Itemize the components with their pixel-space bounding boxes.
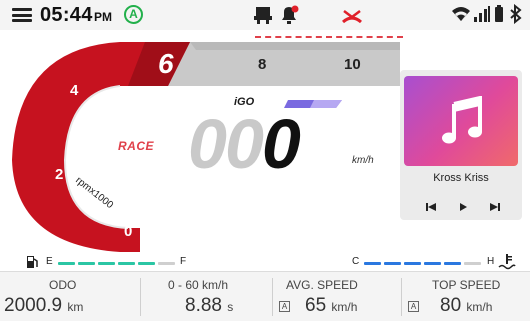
accel-unit: s — [227, 300, 234, 314]
fuel-full-label: F — [180, 256, 187, 267]
media-player-card[interactable]: Kross Kriss — [400, 70, 522, 220]
odo-value: 2000.9 km — [4, 295, 83, 317]
rpm-tick-6: 6 — [158, 48, 174, 79]
rpm-tick-2: 2 — [55, 166, 64, 183]
odo-label: ODO — [49, 278, 77, 292]
trip-stats-bar: ODO 2000.9 km 0 - 60 km/h 8.88 s AVG. SP… — [0, 271, 530, 321]
avg-speed-auto-badge: A — [279, 301, 290, 312]
top-speed-label: TOP SPEED — [432, 278, 501, 292]
top-speed-unit: km/h — [466, 300, 493, 314]
temp-level-segment — [364, 262, 381, 265]
coolant-temp-icon — [498, 254, 516, 270]
status-bar: 05:44 PM A — [0, 0, 530, 30]
fuel-level-bar — [58, 252, 178, 272]
phone-battery-icon — [254, 7, 272, 24]
fuel-pump-icon — [27, 256, 38, 268]
odo-number: 2000.9 — [4, 295, 63, 316]
avg-speed-value: 65 km/h — [305, 295, 357, 317]
fuel-level-segment — [98, 262, 115, 265]
battery-icon — [495, 5, 503, 22]
accel-value: 8.88 s — [185, 295, 233, 317]
gauge-row: E F C H — [0, 252, 530, 272]
signal-icon — [474, 6, 490, 22]
speed-digit-hundreds: 0 — [188, 105, 227, 183]
notification-bell-icon — [282, 5, 299, 24]
album-art — [404, 76, 518, 166]
temp-hot-label: H — [487, 256, 495, 267]
fuel-level-segment — [58, 262, 75, 265]
avg-speed-label: AVG. SPEED — [286, 278, 358, 292]
temp-level-segment — [464, 262, 481, 265]
stats-divider — [401, 278, 402, 316]
temp-level-segment — [444, 262, 461, 265]
rpm-tick-8: 8 — [258, 56, 267, 73]
speed-readout: 000 — [188, 109, 301, 179]
temp-level-bar — [364, 252, 484, 272]
fuel-level-segment — [158, 262, 175, 265]
menu-icon[interactable] — [12, 8, 32, 22]
temp-level-segment — [404, 262, 421, 265]
music-note-icon — [442, 96, 482, 144]
speed-digit-ones: 0 — [261, 105, 301, 183]
fuel-level-segment — [78, 262, 95, 265]
wifi-icon — [452, 7, 470, 21]
rpm-tick-4: 4 — [70, 82, 79, 99]
avg-speed-number: 65 — [305, 295, 327, 316]
rpm-tick-0: 0 — [124, 223, 133, 240]
previous-icon[interactable] — [424, 202, 438, 212]
top-speed-number: 80 — [440, 295, 462, 316]
avg-speed-unit: km/h — [331, 300, 358, 314]
stats-divider — [272, 278, 273, 316]
rpm-tick-10: 10 — [344, 56, 361, 73]
odo-unit: km — [67, 300, 84, 314]
temp-cold-label: C — [352, 256, 360, 267]
clock-time: 05:44 — [40, 4, 93, 26]
missed-call-icon — [342, 10, 362, 24]
accel-number: 8.88 — [185, 295, 222, 316]
clock-ampm: PM — [94, 10, 112, 24]
top-speed-value: 80 km/h — [440, 295, 492, 317]
track-name: Kross Kriss — [433, 172, 489, 184]
stats-divider — [140, 278, 141, 316]
speed-unit: km/h — [352, 155, 374, 166]
play-icon[interactable] — [456, 202, 470, 212]
temp-level-segment — [384, 262, 401, 265]
next-icon[interactable] — [488, 202, 502, 212]
fuel-level-segment — [138, 262, 155, 265]
ride-mode-label: RACE — [118, 139, 155, 153]
auto-mode-badge: A — [124, 5, 143, 24]
temp-level-segment — [424, 262, 441, 265]
bluetooth-icon — [510, 4, 522, 24]
fuel-level-segment — [118, 262, 135, 265]
accel-label: 0 - 60 km/h — [168, 278, 229, 292]
fuel-empty-label: E — [46, 256, 53, 267]
speed-digit-tens: 0 — [224, 105, 264, 183]
top-speed-auto-badge: A — [408, 301, 419, 312]
